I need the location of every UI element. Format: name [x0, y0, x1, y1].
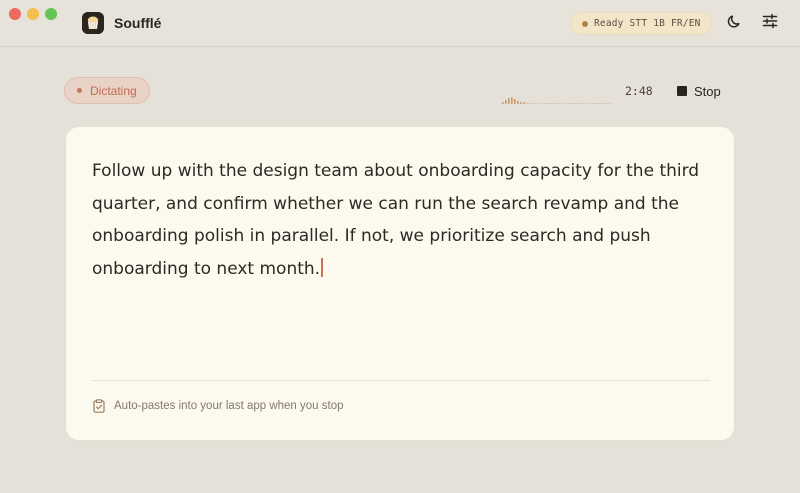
close-window-button[interactable] [9, 8, 21, 20]
sliders-icon [762, 13, 778, 33]
auto-paste-hint-text: Auto-pastes into your last app when you … [114, 400, 344, 412]
clipboard-icon [93, 399, 105, 413]
waveform-bar [505, 100, 507, 104]
waveform-bar [529, 103, 531, 104]
recording-dot [77, 88, 82, 93]
waveform-bar [580, 103, 582, 104]
waveform-bar [559, 103, 561, 104]
model-status-badge[interactable]: Ready STT 1B FR/EN [570, 12, 712, 35]
title-bar: Soufflé Ready STT 1B FR/EN [0, 0, 800, 47]
waveform-bar [592, 103, 594, 104]
waveform-bar [541, 103, 543, 104]
waveform-bar [586, 103, 588, 104]
dictating-status-badge: Dictating [64, 77, 150, 104]
app-window: Soufflé Ready STT 1B FR/EN Dictating 2:4… [0, 0, 800, 493]
waveform-bar [508, 98, 510, 104]
waveform-bar [583, 103, 585, 104]
waveform-bar [562, 103, 564, 104]
stop-label: Stop [694, 83, 721, 99]
waveform-bar [544, 103, 546, 104]
auto-paste-hint: Auto-pastes into your last app when you … [93, 399, 344, 413]
waveform-bar [574, 103, 576, 104]
theme-toggle-button[interactable] [725, 13, 745, 33]
waveform-bar [502, 102, 504, 104]
waveform-bar [535, 103, 537, 104]
recording-timer: 2:48 [625, 84, 653, 98]
waveform-bar [520, 102, 522, 104]
app-name: Soufflé [114, 15, 162, 31]
waveform-bar [568, 103, 570, 104]
settings-button[interactable] [760, 13, 780, 33]
moon-icon [727, 13, 743, 33]
waveform-bar [511, 97, 513, 104]
waveform-bar [532, 103, 534, 104]
audio-waveform [502, 97, 612, 104]
waveform-bar [601, 103, 603, 104]
waveform-bar [550, 103, 552, 104]
waveform-bar [565, 103, 567, 104]
waveform-bar [589, 103, 591, 104]
waveform-bar [523, 102, 525, 104]
waveform-bar [517, 101, 519, 104]
text-caret [321, 257, 323, 277]
souffle-icon [82, 12, 104, 34]
dictating-label: Dictating [90, 83, 137, 98]
status-dot [582, 20, 588, 27]
minimize-window-button[interactable] [27, 8, 39, 20]
waveform-bar [595, 103, 597, 104]
waveform-bar [577, 103, 579, 104]
waveform-bar [538, 103, 540, 104]
waveform-bar [571, 103, 573, 104]
waveform-bar [547, 103, 549, 104]
transcript-editor[interactable]: Follow up with the design team about onb… [92, 155, 712, 285]
waveform-bar [607, 103, 609, 104]
transcript-card: Follow up with the design team about onb… [65, 126, 735, 441]
waveform-bar [514, 99, 516, 104]
waveform-bar [610, 103, 612, 104]
card-divider [92, 380, 710, 381]
transcript-text: Follow up with the design team about onb… [92, 161, 700, 279]
waveform-bar [604, 103, 606, 104]
stop-button[interactable]: Stop [677, 82, 721, 100]
stop-icon [677, 86, 687, 96]
zoom-window-button[interactable] [45, 8, 57, 20]
waveform-bar [526, 103, 528, 104]
waveform-bar [598, 103, 600, 104]
waveform-bar [556, 103, 558, 104]
status-text: Ready STT 1B FR/EN [594, 18, 701, 29]
waveform-bar [553, 103, 555, 104]
